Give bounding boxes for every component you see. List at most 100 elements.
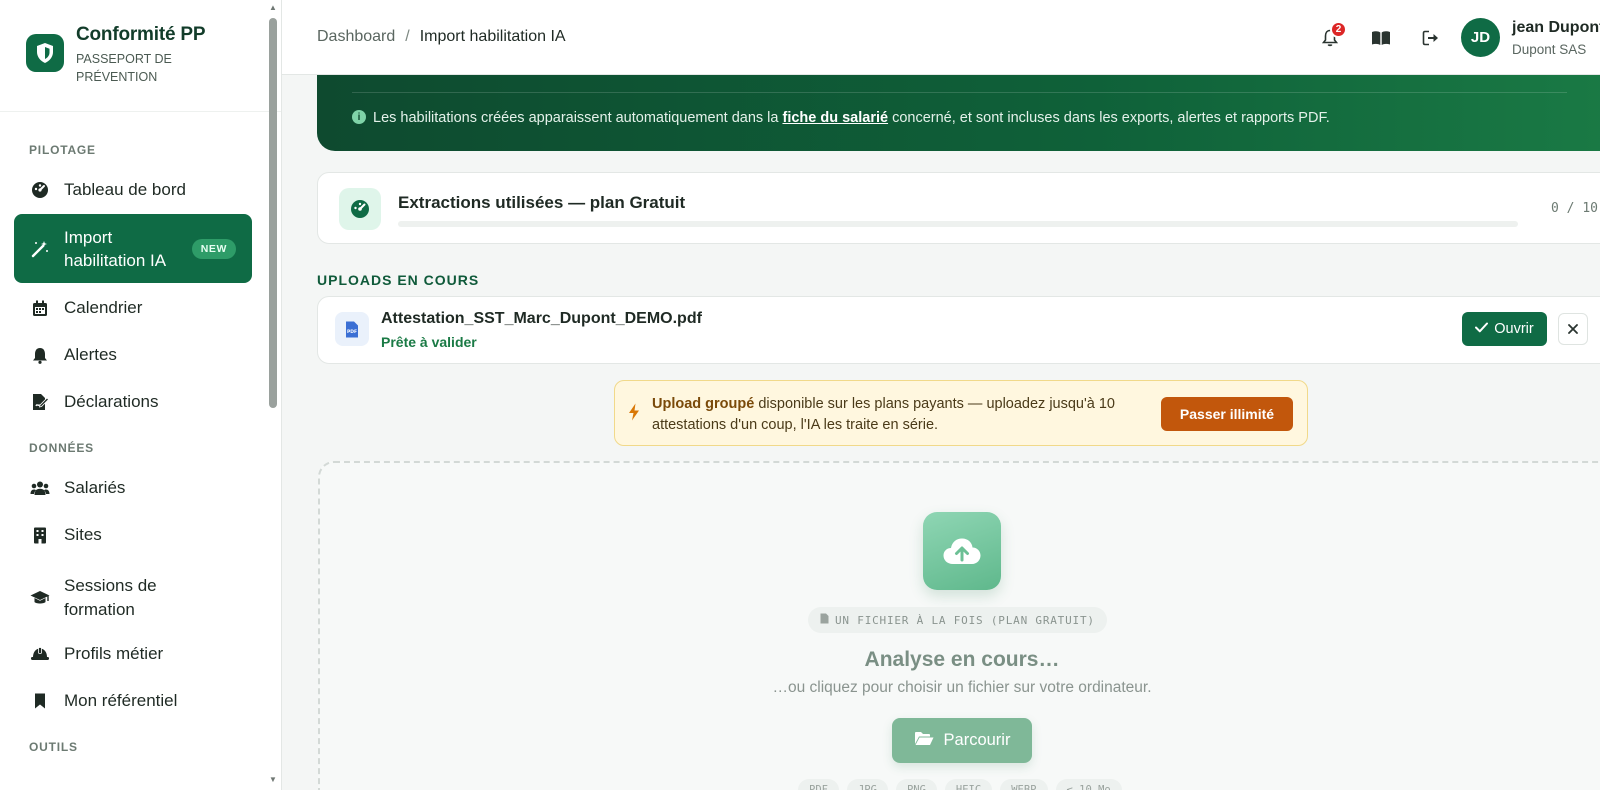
banner-text-after: concerné, et sont incluses dans les expo… — [888, 110, 1330, 126]
nav-section-outils: OUTILS — [29, 740, 78, 754]
breadcrumb-dashboard[interactable]: Dashboard — [317, 28, 395, 45]
format-chip: ≤ 10 Mo — [1055, 779, 1122, 790]
graduation-cap-icon — [30, 588, 50, 608]
user-name: jean Dupont — [1512, 19, 1600, 36]
file-icon — [820, 613, 829, 627]
sidebar-item-profils-metier[interactable]: Profils métier — [14, 636, 252, 672]
sidebar-item-calendrier[interactable]: Calendrier — [14, 290, 252, 326]
bookmark-icon — [30, 691, 50, 711]
open-button[interactable]: Ouvrir — [1462, 312, 1547, 346]
single-file-chip-label: UN FICHIER À LA FOIS (PLAN GRATUIT) — [835, 613, 1095, 627]
format-chip: PNG — [895, 779, 937, 790]
magic-wand-icon — [30, 239, 50, 259]
app-root: Conformité PP PASSEPORT DE PRÉVENTION PI… — [0, 0, 1600, 790]
sidebar: Conformité PP PASSEPORT DE PRÉVENTION PI… — [0, 0, 282, 790]
sidebar-scrollbar[interactable]: ▲ ▼ — [266, 0, 280, 790]
usage-progress-bar — [398, 221, 1518, 227]
hard-hat-icon — [30, 644, 50, 664]
cloud-upload-icon — [923, 512, 1001, 590]
open-button-label: Ouvrir — [1494, 321, 1534, 337]
brand[interactable]: Conformité PP PASSEPORT DE PRÉVENTION — [0, 0, 281, 112]
pdf-file-icon: PDF — [335, 312, 369, 346]
nav-section-donnees: DONNÉES — [29, 441, 94, 455]
scrollbar-thumb[interactable] — [269, 18, 277, 408]
sidebar-item-label: Sessions de formation — [64, 576, 157, 619]
bulk-upload-promo: Upload groupé disponible sur les plans p… — [614, 380, 1308, 446]
avatar[interactable]: JD — [1461, 18, 1500, 57]
sidebar-item-salaries[interactable]: Salariés — [14, 470, 252, 506]
close-icon — [1568, 321, 1578, 338]
file-signature-icon — [30, 392, 50, 412]
scroll-down-icon[interactable]: ▼ — [269, 775, 277, 784]
dropzone-title: Analyse en cours… — [864, 648, 1060, 671]
sidebar-item-mon-referentiel[interactable]: Mon référentiel — [14, 683, 252, 719]
accepted-formats: PDF JPG PNG HEIC WEBP ≤ 10 Mo — [798, 779, 1122, 790]
usage-card: Extractions utilisées — plan Gratuit 0 /… — [317, 172, 1600, 244]
gauge-icon — [30, 180, 50, 200]
sidebar-item-declarations[interactable]: Déclarations — [14, 384, 252, 420]
upload-dropzone[interactable]: UN FICHIER À LA FOIS (PLAN GRATUIT) Anal… — [318, 461, 1600, 790]
building-icon — [30, 525, 50, 545]
sidebar-item-sessions-de-formation[interactable]: Sessions de formation — [14, 568, 252, 628]
new-badge: NEW — [191, 238, 236, 259]
uploads-section-title: UPLOADS EN COURS — [317, 272, 480, 288]
svg-text:PDF: PDF — [347, 329, 357, 335]
format-chip: WEBP — [1000, 779, 1048, 790]
file-status: Prête à valider — [381, 334, 477, 350]
usage-title: Extractions utilisées — plan Gratuit — [398, 193, 686, 212]
bolt-icon — [628, 403, 640, 426]
info-icon: i — [352, 110, 366, 124]
banner-text-before: Les habilitations créées apparaissent au… — [373, 110, 783, 126]
sidebar-item-label: Calendrier — [64, 298, 143, 317]
dropzone-subtitle: …ou cliquez pour choisir un fichier sur … — [772, 679, 1152, 696]
sidebar-item-label: Import habilitation IA — [64, 227, 167, 270]
nav-section-pilotage: PILOTAGE — [29, 143, 96, 157]
browse-button-label: Parcourir — [943, 731, 1011, 749]
sidebar-item-label: Alertes — [64, 345, 117, 364]
sidebar-item-tableau-de-bord[interactable]: Tableau de bord — [14, 172, 252, 208]
sidebar-item-import-habilitation-ia[interactable]: Import habilitation IA NEW — [14, 214, 252, 283]
user-company: Dupont SAS — [1512, 42, 1587, 57]
banner-text: Les habilitations créées apparaissent au… — [373, 110, 1330, 126]
banner-divider — [352, 92, 1567, 93]
bell-icon — [30, 345, 50, 365]
breadcrumb: Dashboard / Import habilitation IA — [317, 28, 566, 46]
sidebar-item-label: Profils métier — [64, 644, 164, 663]
file-name: Attestation_SST_Marc_Dupont_DEMO.pdf — [381, 310, 702, 327]
remove-upload-button[interactable] — [1558, 313, 1588, 345]
book-open-icon[interactable] — [1370, 27, 1392, 49]
upgrade-button[interactable]: Passer illimité — [1161, 397, 1293, 431]
scroll-up-icon[interactable]: ▲ — [269, 3, 277, 12]
sidebar-item-label: Mon référentiel — [64, 691, 178, 710]
notification-count-badge: 2 — [1330, 21, 1347, 38]
fiche-salarie-link[interactable]: fiche du salarié — [782, 110, 888, 126]
shield-logo-icon — [26, 34, 64, 72]
gauge-icon — [339, 188, 381, 230]
topbar: Dashboard / Import habilitation IA — [282, 0, 1600, 75]
folder-open-icon — [914, 731, 934, 751]
logout-icon[interactable] — [1420, 27, 1442, 49]
brand-subtitle: PASSEPORT DE PRÉVENTION — [76, 52, 172, 84]
users-icon — [30, 478, 50, 498]
breadcrumb-separator: / — [405, 28, 410, 45]
brand-title: Conformité PP — [76, 24, 206, 45]
upload-item: PDF Attestation_SST_Marc_Dupont_DEMO.pdf… — [317, 296, 1600, 364]
sidebar-item-label: Tableau de bord — [64, 180, 186, 199]
browse-button[interactable]: Parcourir — [892, 718, 1032, 763]
check-icon — [1475, 321, 1489, 337]
info-banner: i Les habilitations créées apparaissent … — [317, 75, 1600, 151]
usage-count: 0 / 10 — [1551, 201, 1598, 216]
promo-bold: Upload groupé — [652, 396, 755, 412]
breadcrumb-current: Import habilitation IA — [419, 28, 566, 45]
sidebar-item-label: Déclarations — [64, 392, 159, 411]
calendar-icon — [30, 298, 50, 318]
sidebar-item-label: Sites — [64, 525, 102, 544]
format-chip: JPG — [846, 779, 888, 790]
sidebar-item-alertes[interactable]: Alertes — [14, 337, 252, 373]
format-chip: HEIC — [944, 779, 993, 790]
sidebar-item-sites[interactable]: Sites — [14, 517, 252, 553]
single-file-chip: UN FICHIER À LA FOIS (PLAN GRATUIT) — [808, 607, 1107, 633]
sidebar-item-label: Salariés — [64, 478, 126, 497]
promo-text: Upload groupé disponible sur les plans p… — [652, 394, 1122, 436]
format-chip: PDF — [798, 779, 839, 790]
